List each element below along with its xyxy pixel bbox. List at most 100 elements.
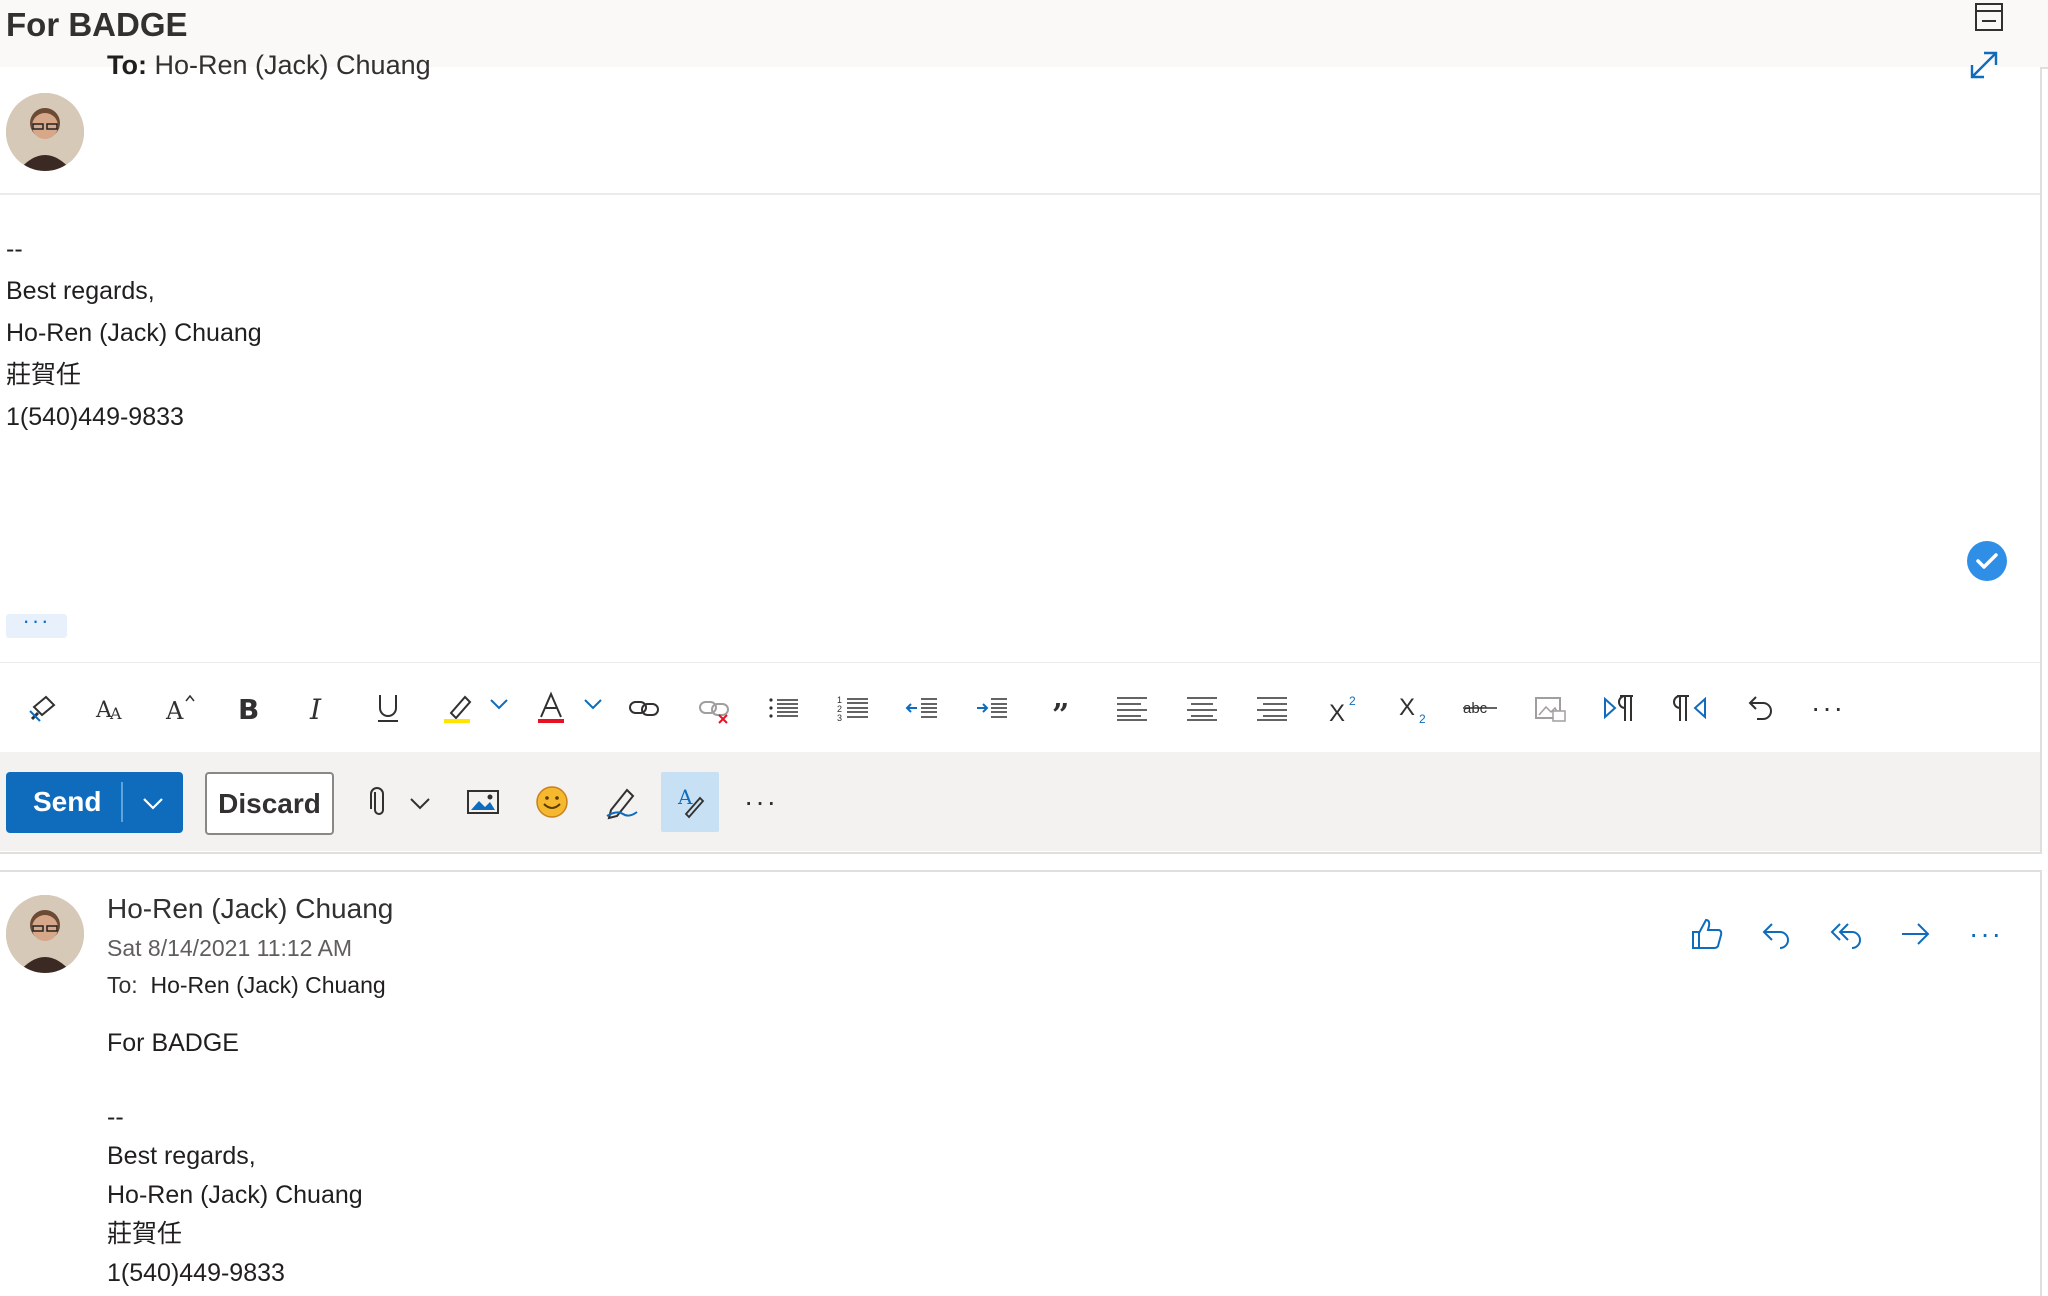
send-separator [121,782,123,822]
bullets-button[interactable] [762,683,806,733]
compose-body[interactable]: -- Best regards, Ho-Ren (Jack) Chuang 莊賀… [6,228,262,438]
unlink-icon [699,701,729,724]
underline-icon [378,695,398,722]
person-photo-icon [6,895,84,973]
insert-link-button[interactable] [622,683,666,733]
more-actions-button[interactable]: ··· [732,772,790,832]
svg-text:2: 2 [1419,712,1426,725]
underline-button[interactable] [366,683,410,733]
svg-text:A: A [165,697,184,725]
thumbs-up-icon [1692,918,1723,949]
svg-text:X: X [1399,694,1415,721]
checkmark-icon [1976,553,1998,569]
signature-phone: 1(540)449-9833 [107,1259,285,1287]
ltr-button[interactable] [1598,683,1642,733]
decrease-indent-icon [905,698,937,718]
undo-button[interactable] [1738,683,1782,733]
signature-name: Ho-Ren (Jack) Chuang [6,319,262,347]
attach-dropdown-icon[interactable] [407,790,433,816]
left-to-right-icon [1604,695,1633,721]
signature-closing: Best regards, [107,1142,256,1170]
svg-text:A: A [109,704,122,723]
reply-all-button[interactable] [1822,910,1870,958]
align-left-button[interactable] [1110,683,1154,733]
insert-picture-button[interactable] [454,772,512,832]
signature-separator: -- [6,235,23,263]
rtl-button[interactable] [1668,683,1712,733]
numbering-button[interactable]: 123 [832,683,876,733]
paperclip-icon [370,787,384,815]
insert-table-image-button[interactable] [1528,683,1572,733]
signature-chinese-name: 莊賀任 [6,361,82,389]
numbered-list-icon: 123 [837,695,868,723]
italic-button[interactable]: I [296,683,340,733]
popout-window-icon [1975,3,2003,31]
attach-file-button[interactable] [350,772,408,832]
font-size-button[interactable]: A [159,683,203,733]
italic-icon: I [309,693,322,725]
signature-phone: 1(540)449-9833 [6,403,184,431]
undo-icon [1748,696,1772,720]
font-color-dropdown-icon[interactable] [582,693,604,715]
editor-button[interactable]: A [661,772,719,832]
recipient-name[interactable]: Ho-Ren (Jack) Chuang [155,50,431,80]
avatar [6,93,84,171]
forward-button[interactable] [1892,910,1940,958]
highlight-button[interactable] [436,683,480,733]
signature-name: Ho-Ren (Jack) Chuang [107,1181,363,1209]
signature-chinese-name: 莊賀任 [107,1220,183,1248]
increase-indent-button[interactable] [970,683,1014,733]
subscript-icon: X2 [1399,694,1426,725]
format-painter-icon [29,695,56,722]
reply-button[interactable] [1752,910,1800,958]
bold-button[interactable]: B [226,683,270,733]
superscript-button[interactable]: X2 [1322,683,1366,733]
editor-status-badge[interactable] [1967,541,2007,581]
send-button[interactable]: Send [6,772,183,833]
emoji-icon [536,786,568,818]
highlighter-icon [444,695,472,723]
svg-text:3: 3 [837,713,842,723]
conversation-title: For BADGE [6,6,188,43]
strikethrough-button[interactable]: abc [1458,683,1502,733]
font-icon: AA [95,698,122,723]
svg-text:I: I [309,693,322,725]
subscript-button[interactable]: X2 [1392,683,1436,733]
align-left-icon [1117,697,1147,721]
sender-name[interactable]: Ho-Ren (Jack) Chuang [107,893,393,925]
font-color-button[interactable] [529,683,573,733]
popout-button[interactable] [1968,0,2012,40]
svg-text:2: 2 [1349,694,1356,708]
more-formatting-button[interactable]: ··· [1806,683,1850,733]
format-painter-button[interactable] [21,683,65,733]
signature-closing: Best regards, [6,277,155,305]
decrease-indent-button[interactable] [900,683,944,733]
message-body: For BADGE -- Best regards, Ho-Ren (Jack)… [107,1024,363,1293]
remove-link-button[interactable] [692,683,736,733]
expand-button[interactable] [1964,45,2004,85]
align-right-button[interactable] [1250,683,1294,733]
reply-all-icon [1830,923,1861,949]
superscript-icon: X2 [1329,694,1356,725]
highlight-dropdown-icon[interactable] [488,693,510,715]
like-button[interactable] [1683,910,1731,958]
font-button[interactable]: AA [89,683,133,733]
recipient-name[interactable]: Ho-Ren (Jack) Chuang [150,972,385,998]
link-icon [629,701,659,716]
forward-arrow-icon [1902,923,1930,945]
send-options-chevron-icon[interactable] [140,790,166,816]
quote-button[interactable]: ” [1040,683,1084,733]
emoji-button[interactable] [523,772,581,832]
bold-icon: B [238,693,259,725]
align-center-button[interactable] [1180,683,1224,733]
to-recipients[interactable]: To: Ho-Ren (Jack) Chuang [107,50,431,81]
show-trimmed-content-button[interactable]: ··· [6,610,67,638]
picture-icon [467,790,499,814]
editor-icon: A [677,785,705,819]
discard-button[interactable]: Discard [205,772,334,835]
signature-button[interactable] [592,772,650,832]
more-message-actions-button[interactable]: ··· [1962,910,2010,958]
expand-icon [1970,51,1998,79]
svg-text:B: B [238,693,259,725]
